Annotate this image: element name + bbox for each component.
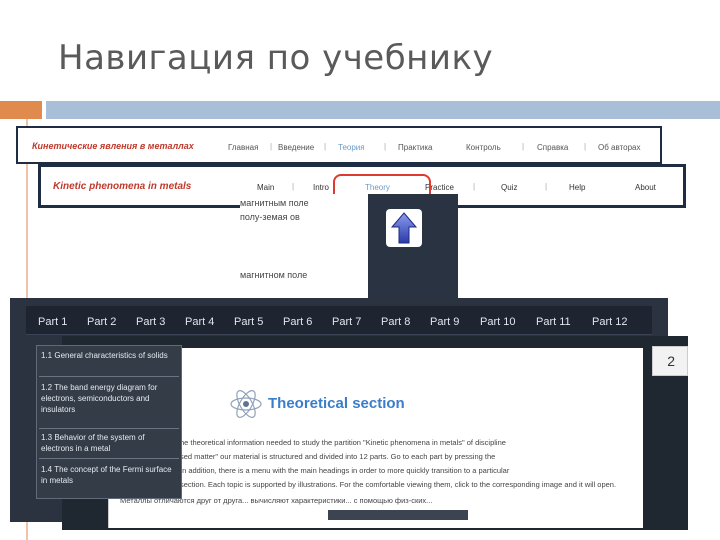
dropdown-item-1-2[interactable]: 1.2 The band energy diagram for electron… [41, 382, 177, 415]
part-tabs-bar: Part 1 Part 2 Part 3 Part 4 Part 5 Part … [26, 306, 652, 335]
en-nav-help[interactable]: Help [569, 183, 585, 192]
ru-nav-sep: | [324, 142, 327, 151]
scroll-up-button[interactable] [386, 209, 422, 247]
theory-body-line: section. Each topic is supported by illu… [180, 480, 617, 489]
theory-body-line: he theoretical information needed to stu… [180, 438, 506, 447]
en-nav-quiz[interactable]: Quiz [501, 183, 517, 192]
dropdown-item-1-4[interactable]: 1.4 The concept of the Fermi surface in … [41, 464, 177, 486]
slide-title: Навигация по учебнику [58, 38, 494, 78]
en-nav-sep: | [545, 182, 548, 191]
ru-nav-about[interactable]: Об авторах [598, 143, 640, 152]
tab-part-9[interactable]: Part 9 [430, 316, 459, 328]
theory-tab-edge[interactable]: 2 [652, 346, 688, 376]
en-nav-main[interactable]: Main [257, 183, 274, 192]
theory-body-line: In addition, there is a menu with the ma… [180, 466, 510, 475]
fragment-line: полу-земая ов [240, 212, 300, 222]
russian-nav-bar: Кинетические явления в металлах Главная … [16, 126, 662, 164]
fragment-line: магнитным поле [240, 198, 309, 208]
atom-icon [228, 386, 264, 422]
ru-nav-sep: | [384, 142, 387, 151]
ru-nav-intro[interactable]: Введение [278, 143, 314, 152]
ru-nav-sep: | [584, 142, 587, 151]
ru-nav-help[interactable]: Справка [537, 143, 568, 152]
en-brand-title: Kinetic phenomena in metals [53, 181, 192, 192]
en-nav-sep: | [473, 182, 476, 191]
tab-part-8[interactable]: Part 8 [381, 316, 410, 328]
tab-part-7[interactable]: Part 7 [332, 316, 361, 328]
accent-bar-blue [46, 101, 720, 119]
en-nav-about[interactable]: About [635, 183, 656, 192]
theory-body-line: sed matter" our material is structured a… [180, 452, 496, 461]
tab-part-1[interactable]: Part 1 [38, 316, 67, 328]
ru-nav-sep: | [522, 142, 525, 151]
part1-dropdown-menu: 1.1 General characteristics of solids 1.… [36, 345, 182, 499]
tab-part-10[interactable]: Part 10 [480, 316, 515, 328]
dropdown-divider [39, 458, 179, 459]
ru-nav-control[interactable]: Контроль [466, 143, 501, 152]
ru-nav-main[interactable]: Главная [228, 143, 258, 152]
bottom-strip [328, 510, 468, 520]
en-nav-intro[interactable]: Intro [313, 183, 329, 192]
up-arrow-icon [390, 212, 418, 244]
theory-edge-number: 2 [667, 353, 675, 369]
tab-part-6[interactable]: Part 6 [283, 316, 312, 328]
accent-bar-orange [0, 101, 42, 119]
dropdown-divider [39, 428, 179, 429]
dropdown-item-1-1[interactable]: 1.1 General characteristics of solids [41, 350, 177, 361]
tab-part-2[interactable]: Part 2 [87, 316, 116, 328]
ru-nav-theory[interactable]: Теория [338, 143, 365, 152]
en-nav-sep: | [292, 182, 295, 191]
tab-part-12[interactable]: Part 12 [592, 316, 627, 328]
dropdown-item-1-3[interactable]: 1.3 Behavior of the system of electrons … [41, 432, 177, 454]
tab-part-5[interactable]: Part 5 [234, 316, 263, 328]
background-text-fragment: магнитным поле полу-земая ов магнитном п… [240, 194, 368, 304]
ru-nav-practice[interactable]: Практика [398, 143, 433, 152]
tab-part-11[interactable]: Part 11 [536, 316, 571, 328]
dropdown-divider [39, 376, 179, 377]
ru-nav-sep: | [270, 142, 273, 151]
tab-part-3[interactable]: Part 3 [136, 316, 165, 328]
ru-brand-title: Кинетические явления в металлах [32, 141, 194, 151]
tab-part-4[interactable]: Part 4 [185, 316, 214, 328]
fragment-line: магнитном поле [240, 270, 308, 280]
theory-title: Theoretical section [268, 395, 405, 412]
